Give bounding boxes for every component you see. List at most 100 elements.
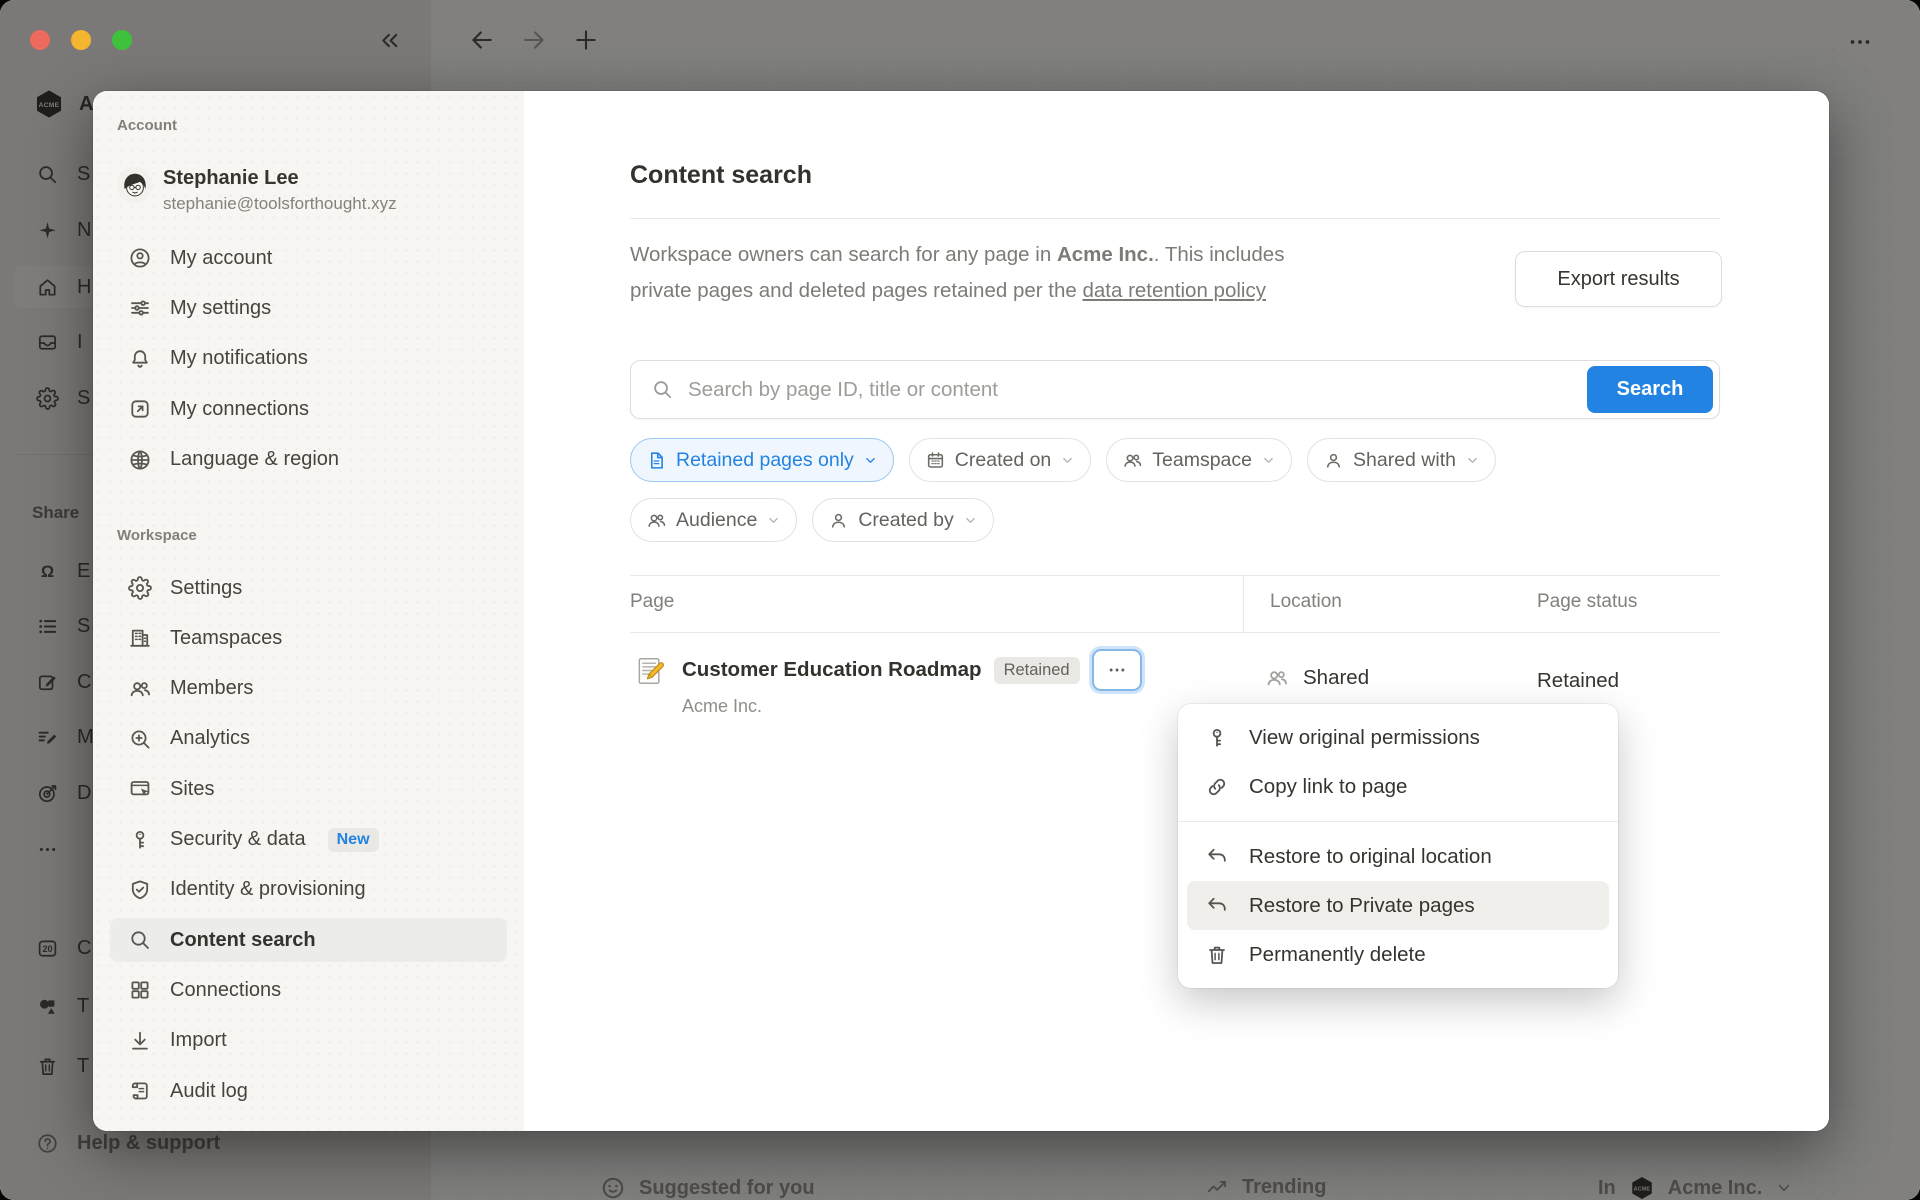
trash-icon [1205,943,1229,967]
location-value: Shared [1303,666,1369,690]
menu-item-label: Copy link to page [1249,775,1407,799]
sidebar-item-security-data[interactable]: Security & data New [110,818,507,862]
item-label: Members [170,677,253,700]
table-border [630,575,1720,576]
retained-badge: Retained [994,657,1080,684]
row-actions-menu: View original permissions Copy link to pa… [1178,704,1618,988]
sidebar-item-settings[interactable]: Settings [110,566,507,610]
sidebar-item-import[interactable]: Import [110,1019,507,1063]
sidebar-item-my-account[interactable]: My account [110,236,507,280]
globe-icon [128,448,152,472]
menu-item-copy-link-to-page[interactable]: Copy link to page [1187,762,1609,811]
calendar-icon [925,450,946,471]
user-profile[interactable]: Stephanie Lee stephanie@toolsforthought.… [117,165,397,217]
item-label: Settings [170,577,242,600]
close-window-button[interactable] [30,30,50,50]
chevron-down-icon [766,513,781,528]
sidebar-item-content-search[interactable]: Content search [110,918,507,962]
person-circle-icon [128,246,152,270]
avatar [117,167,153,203]
settings-modal: Account Stephanie Lee stephanie@toolsfor… [93,91,1829,1131]
filter-chip-shared-with[interactable]: Shared with [1307,438,1496,482]
menu-item-label: Restore to original location [1249,845,1492,869]
item-label: My settings [170,297,271,320]
filter-chip-audience[interactable]: Audience [630,498,797,542]
data-retention-policy-link[interactable]: data retention policy [1082,279,1265,302]
sidebar-item-my-connections[interactable]: My connections [110,387,507,431]
link-icon [1205,775,1229,799]
dots-horizontal-icon [1106,659,1128,681]
item-label: Teamspaces [170,627,282,650]
account-section-label: Account [117,117,177,134]
column-header-location: Location [1270,591,1342,613]
page-memo-icon [634,655,666,687]
page-title: Content search [630,161,812,190]
chip-label: Audience [676,509,757,532]
item-label: My account [170,247,272,270]
chip-label: Created by [858,509,953,532]
minimize-window-button[interactable] [71,30,91,50]
settings-content: Content search Workspace owners can sear… [524,91,1829,1131]
description-text: Workspace owners can search for any page… [630,243,1057,266]
settings-sidebar: Account Stephanie Lee stephanie@toolsfor… [93,91,524,1131]
shield-check-icon [128,878,152,902]
zoom-window-button[interactable] [112,30,132,50]
grid-icon [128,978,152,1002]
filter-chip-teamspace[interactable]: Teamspace [1106,438,1292,482]
filter-chips-row2: Audience Created by [630,498,994,542]
chip-label: Created on [955,449,1051,472]
search-input[interactable] [686,377,1587,403]
export-results-button[interactable]: Export results [1515,251,1722,307]
filter-chip-retained-pages-only[interactable]: Retained pages only [630,438,894,482]
scroll-icon [128,1079,152,1103]
sidebar-item-analytics[interactable]: Analytics [110,717,507,761]
filter-chip-created-by[interactable]: Created by [812,498,993,542]
new-badge: New [328,828,379,852]
search-plus-icon [128,727,152,751]
sidebar-item-teamspaces[interactable]: Teamspaces [110,616,507,660]
building-icon [128,626,152,650]
item-label: Language & region [170,448,339,471]
search-button[interactable]: Search [1587,366,1713,413]
menu-item-restore-to-original-location[interactable]: Restore to original location [1187,832,1609,881]
chevron-down-icon [863,453,878,468]
person-icon [828,510,849,531]
menu-item-permanently-delete[interactable]: Permanently delete [1187,930,1609,979]
item-label: My notifications [170,347,308,370]
filter-chips-row1: Retained pages only Created on Teamspace Sh… [630,438,1496,482]
workspace-name-bold: Acme Inc. [1057,243,1154,266]
bell-icon [128,347,152,371]
search-icon [128,928,152,952]
item-label: Security & data [170,828,306,851]
sidebar-item-language-region[interactable]: Language & region [110,438,507,482]
sidebar-item-my-notifications[interactable]: My notifications [110,337,507,381]
location-cell: Shared [1265,666,1369,690]
page-status-cell: Retained [1537,669,1619,693]
sidebar-item-audit-log[interactable]: Audit log [110,1069,507,1113]
menu-item-view-original-permissions[interactable]: View original permissions [1187,713,1609,762]
table-column-divider [1243,575,1244,632]
browser-cursor-icon [128,777,152,801]
sidebar-item-sites[interactable]: Sites [110,767,507,811]
item-label: Sites [170,778,214,801]
column-header-page: Page [630,591,674,613]
person-icon [1323,450,1344,471]
item-label: Identity & provisioning [170,878,366,901]
filter-chip-created-on[interactable]: Created on [909,438,1091,482]
people-icon [1122,450,1143,471]
chip-label: Retained pages only [676,449,854,472]
menu-item-label: View original permissions [1249,726,1480,750]
column-header-page-status: Page status [1537,591,1637,613]
menu-item-restore-to-private-pages[interactable]: Restore to Private pages [1187,881,1609,930]
sidebar-item-my-settings[interactable]: My settings [110,286,507,330]
people-icon [646,510,667,531]
workspace-section-label: Workspace [117,527,197,544]
sidebar-item-identity-provisioning[interactable]: Identity & provisioning [110,868,507,912]
undo-icon [1205,845,1229,869]
user-email: stephanie@toolsforthought.xyz [163,191,397,217]
sidebar-item-members[interactable]: Members [110,667,507,711]
sidebar-item-connections[interactable]: Connections [110,968,507,1012]
row-actions-button[interactable] [1092,649,1142,691]
item-label: My connections [170,398,309,421]
table-row[interactable]: Customer Education Roadmap Retained Acme… [634,649,1142,717]
